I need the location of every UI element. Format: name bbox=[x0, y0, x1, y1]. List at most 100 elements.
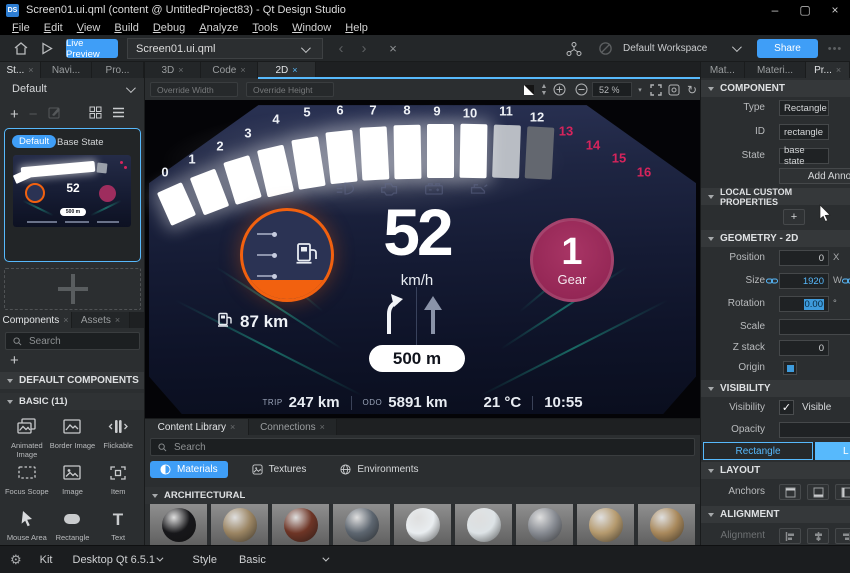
override-width-input[interactable]: Override Width bbox=[150, 82, 238, 97]
tab-components[interactable]: Components× bbox=[0, 312, 72, 328]
material-tile-7[interactable] bbox=[577, 504, 634, 546]
kit-selector[interactable]: Desktop Qt 6.5.1 bbox=[67, 554, 167, 566]
tab-states[interactable]: St...× bbox=[0, 62, 41, 78]
add-module-icon[interactable]: + bbox=[10, 352, 19, 369]
tab-navigator[interactable]: Navi... bbox=[41, 62, 92, 78]
state-drop-zone[interactable] bbox=[4, 268, 141, 310]
section-geometry-2d[interactable]: GEOMETRY - 2D bbox=[701, 230, 850, 247]
size-w-field[interactable]: 1920 bbox=[779, 273, 829, 289]
menu-help[interactable]: Help bbox=[338, 22, 375, 34]
link-icon[interactable] bbox=[766, 276, 778, 289]
component-item-image[interactable]: Image bbox=[50, 460, 96, 505]
scale-field[interactable] bbox=[779, 319, 850, 335]
add-custom-property-button[interactable]: + bbox=[783, 209, 805, 225]
align-center-icon[interactable] bbox=[807, 528, 829, 544]
override-height-input[interactable]: Override Height bbox=[246, 82, 334, 97]
zoom-selection-icon[interactable] bbox=[666, 82, 682, 97]
z-stack-field[interactable]: 0 bbox=[779, 340, 829, 356]
run-icon[interactable] bbox=[38, 40, 56, 57]
section-component[interactable]: COMPONENT bbox=[701, 80, 850, 97]
anchor-top-icon[interactable] bbox=[779, 484, 801, 500]
tab-code[interactable]: Code× bbox=[201, 62, 258, 78]
material-tile-4[interactable] bbox=[394, 504, 451, 546]
type-field[interactable]: Rectangle bbox=[779, 100, 829, 116]
component-item-focus-scope[interactable]: Focus Scope bbox=[4, 460, 50, 505]
menu-tools[interactable]: Tools bbox=[245, 22, 285, 34]
align-left-icon[interactable] bbox=[779, 528, 801, 544]
section-basic[interactable]: BASIC (11) bbox=[0, 393, 144, 410]
back-icon[interactable]: ‹ bbox=[332, 40, 350, 57]
content-library-search-input[interactable]: Search bbox=[150, 438, 695, 456]
filter-environments[interactable]: Environments bbox=[330, 461, 428, 478]
subtab-rectangle[interactable]: Rectangle bbox=[703, 442, 813, 460]
tab-connections[interactable]: Connections× bbox=[249, 419, 337, 435]
section-local-custom-properties[interactable]: LOCAL CUSTOM PROPERTIES bbox=[701, 188, 850, 205]
material-tile-0[interactable] bbox=[150, 504, 207, 546]
maximize-button[interactable]: ▢ bbox=[790, 0, 820, 20]
menu-analyze[interactable]: Analyze bbox=[192, 22, 245, 34]
tab-assets[interactable]: Assets× bbox=[72, 312, 130, 328]
workspace-selector[interactable]: Default Workspace bbox=[617, 39, 745, 58]
zoom-in-icon[interactable] bbox=[551, 82, 567, 97]
origin-button[interactable] bbox=[783, 361, 797, 375]
more-options-icon[interactable]: ••• bbox=[826, 40, 844, 57]
tab-projects[interactable]: Pro... bbox=[92, 62, 144, 78]
live-preview-button[interactable]: Live Preview bbox=[66, 39, 118, 58]
kit-settings-gear-icon[interactable]: ⚙ bbox=[10, 552, 22, 568]
filter-materials[interactable]: Materials bbox=[150, 461, 228, 478]
filter-textures[interactable]: Textures bbox=[242, 461, 317, 478]
zoom-dropdown-icon[interactable]: ▾ bbox=[632, 82, 648, 97]
tab-content-library[interactable]: Content Library× bbox=[145, 419, 249, 435]
component-item-animated-image[interactable]: Animated Image bbox=[4, 414, 50, 459]
tab-2d[interactable]: 2D× bbox=[258, 62, 316, 78]
component-item-text[interactable]: TText bbox=[95, 506, 141, 545]
component-item-border-image[interactable]: Border Image bbox=[50, 414, 96, 459]
opacity-field[interactable] bbox=[779, 422, 850, 438]
home-icon[interactable] bbox=[12, 40, 30, 57]
id-field[interactable]: rectangle bbox=[779, 124, 829, 140]
anchor-left-icon[interactable] bbox=[835, 484, 850, 500]
material-tile-3[interactable] bbox=[333, 504, 390, 546]
component-item-flickable[interactable]: Flickable bbox=[95, 414, 141, 459]
fit-to-screen-icon[interactable] bbox=[648, 82, 664, 97]
subtab-layout[interactable]: L bbox=[815, 442, 850, 460]
close-button[interactable]: × bbox=[820, 0, 850, 20]
link-icon-2[interactable] bbox=[842, 276, 850, 289]
component-item-mouse-area[interactable]: Mouse Area bbox=[4, 506, 50, 545]
material-tile-6[interactable] bbox=[516, 504, 573, 546]
material-tile-8[interactable] bbox=[638, 504, 695, 546]
add-annotation-button[interactable]: Add Annot bbox=[779, 168, 850, 184]
grid-view-icon[interactable] bbox=[89, 106, 102, 122]
section-alignment[interactable]: ALIGNMENT bbox=[701, 506, 850, 523]
rotation-field[interactable]: 0.00 bbox=[779, 296, 829, 312]
state-default-badge[interactable]: Default bbox=[12, 135, 56, 148]
minimize-button[interactable]: – bbox=[760, 0, 790, 20]
components-search-input[interactable]: Search bbox=[5, 332, 140, 350]
tab-properties[interactable]: Pr...× bbox=[806, 62, 850, 78]
close-document-icon[interactable]: × bbox=[384, 40, 402, 57]
style-selector[interactable]: Basic bbox=[233, 554, 333, 566]
tab-material-editor[interactable]: Materi... bbox=[745, 62, 807, 78]
share-button[interactable]: Share bbox=[757, 39, 818, 58]
open-file-selector[interactable]: Screen01.ui.qml bbox=[127, 38, 323, 59]
forward-icon[interactable]: › bbox=[355, 40, 373, 57]
state-thumbnail[interactable]: 52 500 m bbox=[13, 155, 131, 227]
menu-debug[interactable]: Debug bbox=[146, 22, 192, 34]
menu-view[interactable]: View bbox=[70, 22, 108, 34]
state-field[interactable]: base state bbox=[779, 148, 829, 164]
menu-build[interactable]: Build bbox=[107, 22, 145, 34]
material-tile-2[interactable] bbox=[272, 504, 329, 546]
menu-file[interactable]: File bbox=[5, 22, 37, 34]
anchor-bottom-icon[interactable] bbox=[807, 484, 829, 500]
section-default-components[interactable]: DEFAULT COMPONENTS bbox=[0, 372, 144, 389]
add-state-icon[interactable]: + bbox=[10, 106, 19, 123]
canvas-color-stepper-icon[interactable]: ▲▼ bbox=[536, 82, 552, 97]
tab-material-browser[interactable]: Mat... bbox=[701, 62, 745, 78]
menu-window[interactable]: Window bbox=[285, 22, 338, 34]
section-layout[interactable]: LAYOUT bbox=[701, 462, 850, 479]
material-tile-1[interactable] bbox=[211, 504, 268, 546]
zoom-out-icon[interactable] bbox=[573, 82, 589, 97]
section-architectural[interactable]: ARCHITECTURAL bbox=[145, 487, 700, 504]
state-card-base-state[interactable]: Default Base State 52 500 m bbox=[4, 128, 141, 262]
visible-checkbox[interactable]: ✓ bbox=[779, 400, 794, 415]
